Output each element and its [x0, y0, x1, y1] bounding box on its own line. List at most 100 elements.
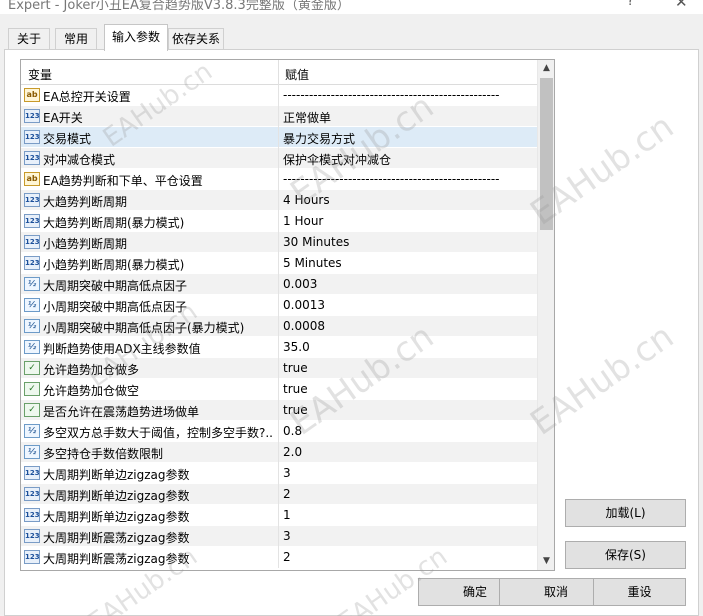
table-row[interactable]: ✓ 允许趋势加仓做多 true: [21, 358, 537, 379]
column-divider: [278, 463, 279, 484]
table-row[interactable]: 123 大趋势判断周期(暴力模式) 1 Hour: [21, 211, 537, 232]
grid-rows: ab EA总控开关设置 ------------------------------…: [21, 85, 537, 568]
vertical-scrollbar[interactable]: ▲ ▼: [537, 60, 554, 570]
table-row[interactable]: ✓ 允许趋势加仓做空 true: [21, 379, 537, 400]
table-row[interactable]: ½ 大周期突破中期高低点因子 0.003: [21, 274, 537, 295]
variable-name: 多空持仓手数倍数限制: [43, 447, 164, 461]
variable-value[interactable]: ----------------------------------------…: [283, 172, 535, 186]
integer-type-icon: 123: [24, 529, 40, 543]
variable-value[interactable]: 4 Hours: [283, 193, 535, 207]
table-row[interactable]: 123 EA开关 正常做单: [21, 106, 537, 127]
variable-value[interactable]: 2: [283, 550, 535, 564]
table-row[interactable]: 123 对冲减仓模式 保护伞模式对冲减仓: [21, 148, 537, 169]
variable-value[interactable]: 5 Minutes: [283, 256, 535, 270]
variable-name: 大周期判断单边zigzag参数: [43, 510, 190, 524]
column-header-value[interactable]: 赋值: [285, 66, 309, 83]
column-header-variable[interactable]: 变量: [28, 66, 52, 83]
boolean-type-icon: ✓: [24, 361, 40, 375]
variable-name: 交易模式: [43, 132, 92, 146]
column-divider: [278, 106, 279, 127]
parameters-grid[interactable]: 变量 赋值 ab EA总控开关设置 ------------------------…: [20, 59, 555, 571]
variable-value[interactable]: 1: [283, 508, 535, 522]
scroll-up-arrow-icon[interactable]: ▲: [538, 60, 554, 77]
tab-strip: 关于 常用 输入参数 依存关系: [0, 24, 703, 51]
table-row[interactable]: ½ 多空双方总手数大于阈值，控制多空手数?.. 0.8: [21, 421, 537, 442]
variable-value[interactable]: 1 Hour: [283, 214, 535, 228]
table-row[interactable]: 123 大周期判断单边zigzag参数 2: [21, 484, 537, 505]
variable-name: 小趋势判断周期(暴力模式): [43, 258, 185, 272]
variable-name: 小周期突破中期高低点因子(暴力模式): [43, 321, 245, 335]
table-row[interactable]: ab EA趋势判断和下单、平仓设置 ------------------------…: [21, 169, 537, 190]
variable-value[interactable]: 0.0008: [283, 319, 535, 333]
table-row[interactable]: 123 大趋势判断周期 4 Hours: [21, 190, 537, 211]
variable-name: 是否允许在震荡趋势进场做单: [43, 405, 200, 419]
table-row[interactable]: ✓ 是否允许在震荡趋势进场做单 true: [21, 400, 537, 421]
variable-value[interactable]: 2.0: [283, 445, 535, 459]
tab-about[interactable]: 关于: [8, 28, 50, 50]
double-type-icon: ½: [24, 340, 40, 354]
variable-value[interactable]: 0.003: [283, 277, 535, 291]
variable-value[interactable]: 正常做单: [283, 109, 535, 126]
double-type-icon: ½: [24, 277, 40, 291]
save-button[interactable]: 保存(S): [565, 541, 686, 569]
integer-type-icon: 123: [24, 151, 40, 165]
column-divider: [278, 358, 279, 379]
variable-name: 大趋势判断周期: [43, 195, 128, 209]
table-row[interactable]: 123 大周期判断震荡zigzag参数 2: [21, 547, 537, 568]
variable-value[interactable]: true: [283, 403, 535, 417]
integer-type-icon: 123: [24, 130, 40, 144]
double-type-icon: ½: [24, 424, 40, 438]
table-row[interactable]: 123 大周期判断震荡zigzag参数 3: [21, 526, 537, 547]
double-type-icon: ½: [24, 298, 40, 312]
table-row[interactable]: ½ 判断趋势使用ADX主线参数值 35.0: [21, 337, 537, 358]
table-row[interactable]: 123 小趋势判断周期 30 Minutes: [21, 232, 537, 253]
variable-value[interactable]: 3: [283, 529, 535, 543]
string-type-icon: ab: [24, 172, 40, 186]
grid-header: 变量 赋值: [21, 60, 537, 85]
table-row[interactable]: ½ 小周期突破中期高低点因子(暴力模式) 0.0008: [21, 316, 537, 337]
variable-value[interactable]: ----------------------------------------…: [283, 88, 535, 102]
variable-name: 大周期判断单边zigzag参数: [43, 468, 190, 482]
table-row[interactable]: 123 交易模式 暴力交易方式: [21, 127, 537, 148]
variable-value[interactable]: true: [283, 361, 535, 375]
variable-name: 小趋势判断周期: [43, 237, 128, 251]
column-divider[interactable]: [278, 60, 279, 85]
tab-inputs[interactable]: 输入参数: [104, 24, 168, 51]
column-divider: [278, 484, 279, 505]
help-icon[interactable]: ?: [627, 0, 634, 9]
reset-button[interactable]: 重设: [593, 578, 686, 606]
table-row[interactable]: ½ 多空持仓手数倍数限制 2.0: [21, 442, 537, 463]
variable-value[interactable]: 0.8: [283, 424, 535, 438]
column-divider: [278, 190, 279, 211]
table-row[interactable]: ab EA总控开关设置 ------------------------------…: [21, 85, 537, 106]
integer-type-icon: 123: [24, 487, 40, 501]
variable-value[interactable]: 0.0013: [283, 298, 535, 312]
integer-type-icon: 123: [24, 550, 40, 564]
scrollbar-thumb[interactable]: [540, 78, 553, 230]
table-row[interactable]: ½ 小周期突破中期高低点因子 0.0013: [21, 295, 537, 316]
load-button[interactable]: 加载(L): [565, 499, 686, 527]
column-divider: [278, 526, 279, 547]
column-divider: [278, 169, 279, 190]
window-title: Expert - Joker小丑EA复合趋势版V3.8.3完整版（黄金版）: [8, 0, 350, 13]
table-row[interactable]: 123 小趋势判断周期(暴力模式) 5 Minutes: [21, 253, 537, 274]
column-divider: [278, 127, 279, 148]
variable-name: 小周期突破中期高低点因子: [43, 300, 188, 314]
variable-value[interactable]: 保护伞模式对冲减仓: [283, 151, 535, 168]
boolean-type-icon: ✓: [24, 403, 40, 417]
variable-value[interactable]: 35.0: [283, 340, 535, 354]
scroll-down-arrow-icon[interactable]: ▼: [538, 553, 554, 570]
variable-name: 大周期判断震荡zigzag参数: [43, 531, 190, 545]
tab-common[interactable]: 常用: [55, 28, 97, 50]
table-row[interactable]: 123 大周期判断单边zigzag参数 1: [21, 505, 537, 526]
variable-value[interactable]: 2: [283, 487, 535, 501]
column-divider: [278, 547, 279, 568]
variable-value[interactable]: 30 Minutes: [283, 235, 535, 249]
tab-dependencies[interactable]: 依存关系: [168, 28, 224, 50]
variable-value[interactable]: 暴力交易方式: [283, 130, 535, 147]
variable-value[interactable]: true: [283, 382, 535, 396]
variable-value[interactable]: 3: [283, 466, 535, 480]
column-divider: [278, 379, 279, 400]
close-icon[interactable]: ✕: [675, 0, 688, 11]
table-row[interactable]: 123 大周期判断单边zigzag参数 3: [21, 463, 537, 484]
